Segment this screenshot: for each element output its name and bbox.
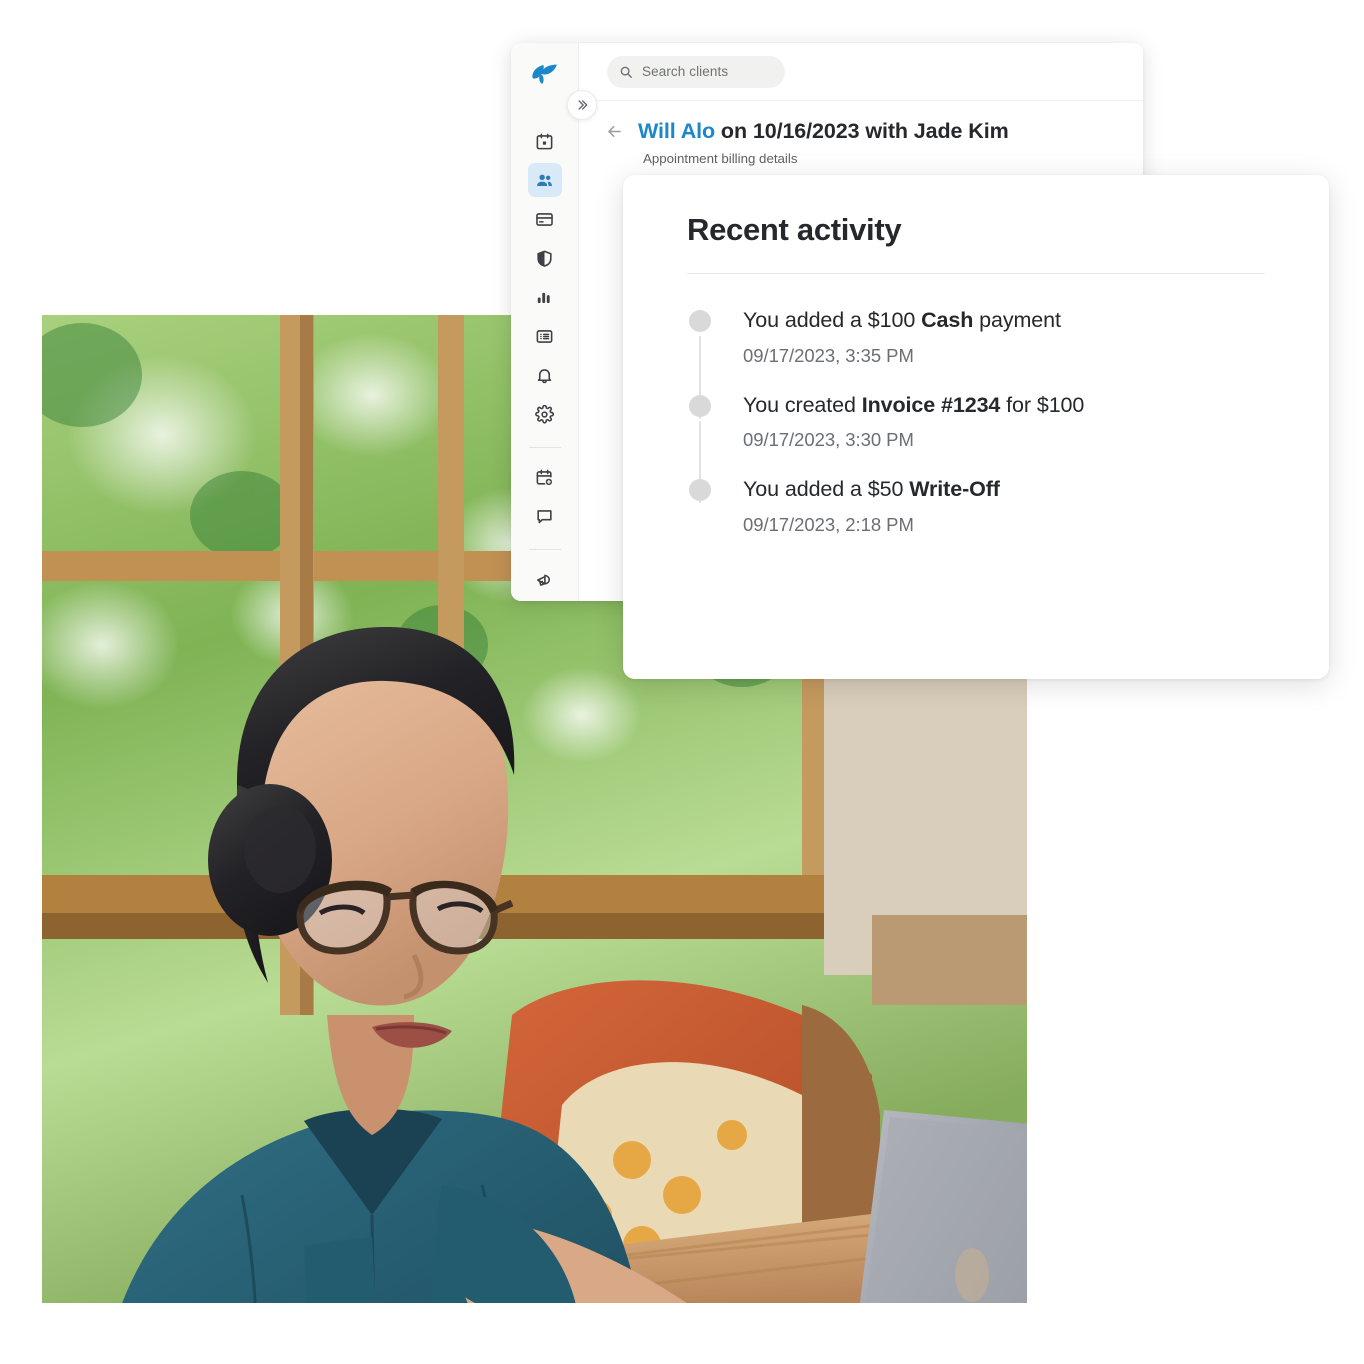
activity-timestamp: 09/17/2023, 3:35 PM xyxy=(743,344,914,366)
bar-chart-icon xyxy=(537,292,550,303)
bell-icon xyxy=(537,368,552,383)
activity-body: You added a $50 Write-Off 09/17/2023, 2:… xyxy=(743,477,1329,536)
sidebar-item-billing[interactable] xyxy=(528,202,562,236)
chat-bubble-icon xyxy=(537,509,552,523)
page-header: Will Alo on 10/16/2023 with Jade Kim App… xyxy=(579,101,1143,166)
sidebar-divider-1 xyxy=(528,447,561,448)
activity-text: You added a $100 Cash payment xyxy=(743,308,1329,333)
page-subtitle: Appointment billing details xyxy=(643,151,798,166)
sidebar-item-messages[interactable] xyxy=(528,499,562,533)
sidebar-item-notifications[interactable] xyxy=(528,358,562,392)
list-icon xyxy=(536,329,553,343)
recent-activity-title: Recent activity xyxy=(687,212,902,247)
list-item: You added a $50 Write-Off 09/17/2023, 2:… xyxy=(689,477,1329,536)
double-chevron-right-icon xyxy=(578,100,588,110)
activity-timestamp: 09/17/2023, 3:30 PM xyxy=(743,429,914,451)
people-icon xyxy=(537,174,552,186)
megaphone-icon xyxy=(536,574,551,586)
timeline-dot-icon xyxy=(689,310,711,332)
page-title-rest: on 10/16/2023 with Jade Kim xyxy=(720,119,1009,143)
activity-text-emphasis: Invoice #1234 xyxy=(861,392,1001,417)
sidebar-item-notes[interactable] xyxy=(528,319,562,353)
list-item: You created Invoice #1234 for $100 09/17… xyxy=(689,393,1329,504)
activity-text-before: You created xyxy=(743,392,862,417)
shield-icon xyxy=(537,250,552,267)
activity-text-emphasis: Write-Off xyxy=(909,477,1000,502)
activity-body: You added a $100 Cash payment 09/17/2023… xyxy=(743,308,1329,367)
activity-text-before: You added a $100 xyxy=(743,308,922,332)
credit-card-icon xyxy=(536,212,553,226)
sidebar-item-reports[interactable] xyxy=(528,280,562,314)
calendar-add-icon xyxy=(536,469,553,485)
screenshot-root: Search clients Will Alo on 10/16/2023 wi… xyxy=(0,0,1364,1364)
sidebar-collapse-button[interactable] xyxy=(567,90,597,120)
search-placeholder: Search clients xyxy=(642,64,729,79)
sidebar-item-new-appointment[interactable] xyxy=(528,460,562,494)
sidebar-item-calendar[interactable] xyxy=(528,124,562,158)
search-icon xyxy=(619,65,633,79)
recent-activity-card: Recent activity You added a $100 Cash pa… xyxy=(623,175,1329,679)
butterfly-logo-icon[interactable] xyxy=(528,59,562,88)
activity-timestamp: 09/17/2023, 2:18 PM xyxy=(743,514,914,536)
app-sidebar xyxy=(511,43,579,601)
calendar-icon xyxy=(536,133,553,149)
sidebar-item-announcements[interactable] xyxy=(528,562,562,596)
sidebar-nav xyxy=(511,124,578,601)
timeline-dot-icon xyxy=(689,394,711,417)
activity-text: You created Invoice #1234 for $100 xyxy=(743,393,1329,418)
activity-text: You added a $50 Write-Off xyxy=(743,477,1329,502)
activity-text-before: You added a $50 xyxy=(743,477,910,502)
sidebar-item-clients[interactable] xyxy=(527,163,562,197)
sidebar-item-insurance[interactable] xyxy=(528,241,562,275)
timeline-dot-icon xyxy=(689,479,711,502)
sidebar-item-settings[interactable] xyxy=(528,397,562,431)
gear-icon xyxy=(535,404,554,424)
activity-text-emphasis: Cash xyxy=(921,308,974,332)
search-input[interactable]: Search clients xyxy=(607,55,785,88)
timeline-marker xyxy=(689,477,743,536)
activity-text-after: payment xyxy=(973,308,1061,332)
timeline-marker xyxy=(689,393,743,504)
activity-timeline: You added a $100 Cash payment 09/17/2023… xyxy=(623,274,1329,536)
list-item: You added a $100 Cash payment 09/17/2023… xyxy=(689,308,1329,419)
client-name-link[interactable]: Will Alo xyxy=(638,119,715,143)
page-title: Will Alo on 10/16/2023 with Jade Kim xyxy=(638,119,1009,144)
timeline-marker xyxy=(689,308,743,419)
app-topbar: Search clients xyxy=(579,43,1143,101)
activity-text-after: for $100 xyxy=(1000,392,1085,417)
back-arrow-icon[interactable] xyxy=(605,122,624,141)
activity-body: You created Invoice #1234 for $100 09/17… xyxy=(743,393,1329,452)
sidebar-divider-2 xyxy=(528,549,561,550)
